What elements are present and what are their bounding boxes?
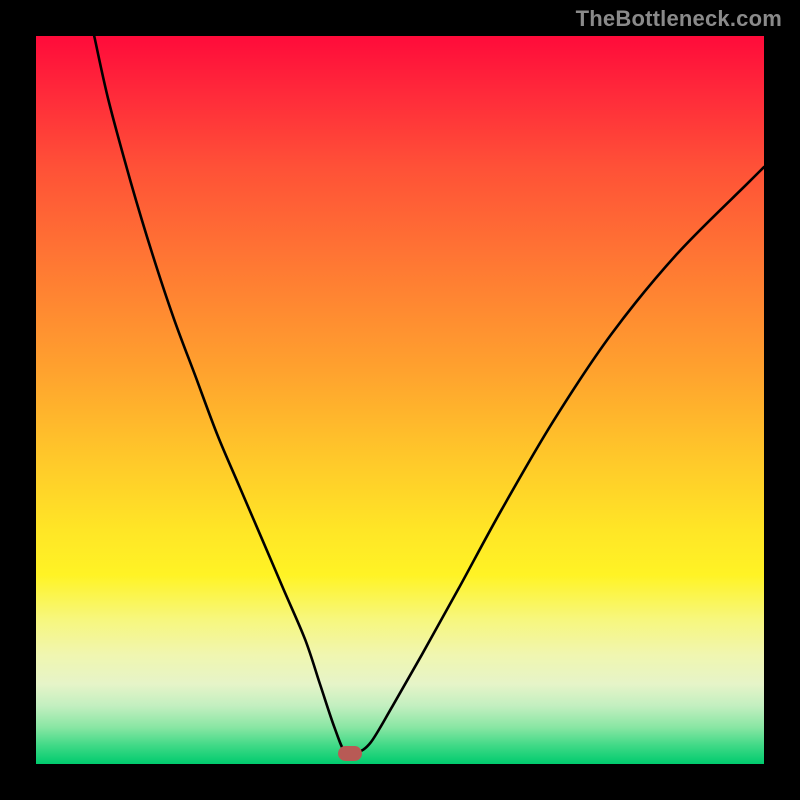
minimum-marker [338,746,362,761]
bottleneck-curve [36,36,764,764]
chart-frame: TheBottleneck.com [0,0,800,800]
watermark-text: TheBottleneck.com [576,6,782,32]
plot-area [36,36,764,764]
